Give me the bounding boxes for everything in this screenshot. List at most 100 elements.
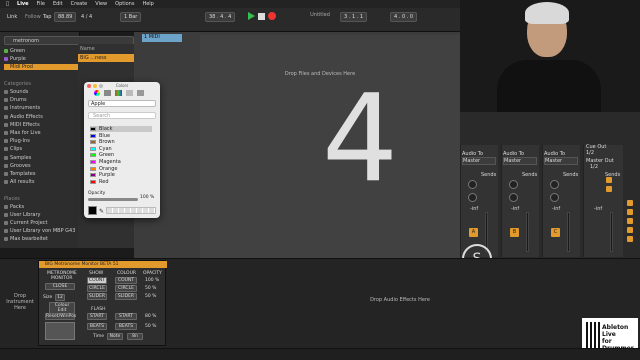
tempo-field[interactable]: 88.89 [54,12,77,22]
current-color-well[interactable] [88,206,97,215]
volume-fader[interactable] [610,212,613,252]
image-palettes-icon[interactable] [126,90,133,96]
browser-category-item[interactable]: Drums [4,97,27,103]
browser-category-item[interactable]: Samples [4,155,31,161]
show-circle-toggle[interactable]: CIRCLE [87,285,107,292]
file-item[interactable]: BiG ...ness [78,54,134,62]
flash-start-toggle[interactable]: START [87,313,107,320]
collection-purple[interactable]: Purple [4,56,26,62]
stop-button[interactable] [258,13,265,20]
opacity-count-value[interactable]: 100 % [145,278,159,283]
time-mode-select[interactable]: Note [107,333,123,340]
position-field[interactable]: 38 . 4 . 4 [205,12,236,22]
color-search-input[interactable]: Search [88,112,156,119]
browser-category-item[interactable]: Clips [4,146,22,152]
side-button[interactable] [627,236,633,242]
time-division-select[interactable]: 8n [127,333,143,340]
menu-file[interactable]: File [37,1,45,7]
browser-category-item[interactable]: Grooves [4,163,31,169]
collection-midi-prod[interactable]: Midi Prod [4,64,78,70]
browser-place-item[interactable]: Max bearbeitet [4,236,48,242]
browser-category-item[interactable]: Instruments [4,105,40,111]
flash-beats-colour[interactable]: BEATS [115,323,137,330]
apple-icon[interactable]:  [6,1,9,7]
send-a-knob[interactable] [468,180,477,189]
color-list-item[interactable]: Blue [90,133,152,139]
tap-button[interactable]: Tap [40,13,54,21]
flash-start-colour[interactable]: START [115,313,137,320]
browser-category-item[interactable]: Sounds [4,89,28,95]
browser-category-item[interactable]: All results [4,179,35,185]
output-select[interactable]: Master [503,157,537,165]
colour-count-button[interactable]: COUNT [115,277,137,284]
opacity-circle-value[interactable]: 50 % [145,286,156,291]
browser-category-item[interactable]: Templates [4,171,35,177]
master-out-value[interactable]: 1/2 [590,164,598,170]
volume-readout[interactable]: -inf [470,206,478,212]
midi-track-header[interactable]: 1 MIDI [142,34,182,42]
menu-edit[interactable]: Edit [53,1,63,7]
menu-view[interactable]: View [95,1,107,7]
flash-beats-toggle[interactable]: BEATS [87,323,107,330]
output-select[interactable]: Master [544,157,578,165]
send-a-knob[interactable] [550,180,559,189]
quantize-field[interactable]: 1 Bar [120,12,142,22]
color-list-item[interactable]: Brown [90,139,152,145]
volume-fader[interactable] [567,212,570,252]
color-list-item[interactable]: Magenta [90,159,152,165]
palette-select[interactable]: Apple [88,100,156,107]
show-count-toggle[interactable]: COUNT [87,277,107,284]
record-button[interactable] [268,12,276,20]
volume-fader[interactable] [526,212,529,252]
sliders-icon[interactable] [104,90,111,96]
colour-slider-button[interactable]: SLIDER [115,293,137,300]
swatch-strip[interactable] [106,207,156,214]
menu-options[interactable]: Options [115,1,134,7]
meter-field[interactable]: 4 / 4 [78,13,95,21]
show-slider-toggle[interactable]: SLIDER [87,293,107,300]
opacity-value[interactable]: 100 % [140,195,154,200]
browser-category-item[interactable]: Audio Effects [4,114,43,120]
volume-readout[interactable]: -inf [594,206,602,212]
color-list-item[interactable]: Green [90,152,152,158]
eyedropper-icon[interactable]: ✎ [99,208,104,215]
opacity-slider-value[interactable]: 50 % [145,294,156,299]
volume-readout[interactable]: -inf [511,206,519,212]
play-button[interactable] [248,12,255,20]
color-list-item[interactable]: Purple [90,172,152,178]
side-button[interactable] [627,209,633,215]
collection-green[interactable]: Green [4,48,25,54]
opacity-slider[interactable] [88,198,138,201]
track-activator-a[interactable]: A [469,228,478,237]
device-title-bar[interactable]: BIG Metronome Monitor BETA 51 [39,261,167,268]
volume-readout[interactable]: -inf [552,206,560,212]
send-b-toggle[interactable] [606,186,612,192]
browser-place-item[interactable]: User Library von MBP G43 [4,228,75,234]
track-activator-c[interactable]: C [551,228,560,237]
color-list-item[interactable]: Red [90,179,152,185]
color-list-item[interactable]: Orange [90,166,152,172]
cue-out-value[interactable]: 1/2 [586,150,594,156]
reset-winpos-button[interactable]: Reset/WinPos [45,313,76,320]
send-b-knob[interactable] [509,193,518,202]
send-a-knob[interactable] [509,180,518,189]
side-button[interactable] [627,200,633,206]
colour-circle-button[interactable]: CIRCLE [115,285,137,292]
flash-start-opacity[interactable]: 80 % [145,314,156,319]
track-activator-b[interactable]: B [510,228,519,237]
menu-create[interactable]: Create [71,1,88,7]
crayons-icon[interactable] [137,90,144,96]
browser-category-item[interactable]: Max for Live [4,130,41,136]
send-b-knob[interactable] [550,193,559,202]
browser-place-item[interactable]: User Library [4,212,40,218]
flash-beats-opacity[interactable]: 50 % [145,324,156,329]
link-button[interactable]: Link [4,13,20,21]
loop-length-field[interactable]: 4 . 0 . 0 [390,12,418,22]
color-list-item[interactable]: Black [90,126,152,132]
color-list-item[interactable]: Cyan [90,146,152,152]
output-select[interactable]: Master [462,157,496,165]
size-field[interactable]: 12 [55,294,65,301]
send-a-toggle[interactable] [606,177,612,183]
menu-help[interactable]: Help [142,1,153,7]
send-b-knob[interactable] [468,193,477,202]
